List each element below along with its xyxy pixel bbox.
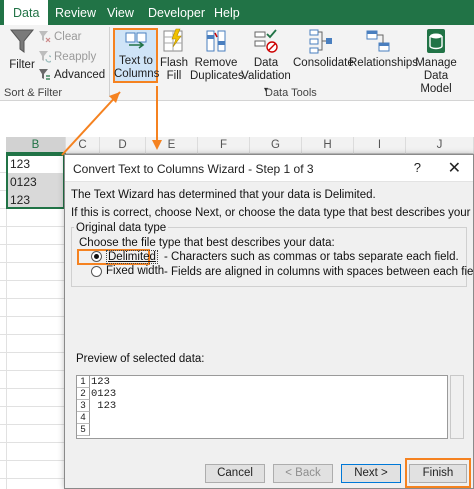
help-button[interactable]: ?: [414, 160, 421, 175]
preview-row-number: 4: [77, 412, 90, 424]
flash-fill-label-1: Flash: [159, 57, 189, 69]
advanced-label: Advanced: [54, 69, 106, 81]
column-header-g[interactable]: G: [250, 137, 302, 154]
text-to-columns-label-1: Text to: [119, 55, 153, 67]
column-header-h[interactable]: H: [302, 137, 354, 154]
preview-row-number: 2: [77, 388, 90, 400]
reapply-button[interactable]: Reapply: [38, 50, 96, 63]
group-separator: [109, 27, 110, 97]
excel-window: { "ribbon": { "tabs": ["Data", "Review",…: [0, 0, 474, 489]
original-data-type-label: Original data type: [74, 222, 169, 234]
column-header-f[interactable]: F: [198, 137, 250, 154]
flash-fill-button[interactable]: Flash Fill: [159, 27, 189, 83]
delimited-description: - Characters such as commas or tabs sepa…: [164, 251, 459, 263]
fixed-width-label[interactable]: Fixed width: [106, 265, 164, 277]
delimited-radio[interactable]: [91, 251, 102, 262]
ribbon: Filter Clear Reapply Advanced Sort & Fil…: [0, 25, 474, 101]
consolidate-label: Consolidate: [293, 57, 354, 69]
data-validation-button[interactable]: Data Validation ▾: [240, 27, 292, 96]
clear-filter-icon: [39, 31, 51, 43]
data-preview[interactable]: 1 123 2 0123 3 123 4 5: [76, 375, 448, 439]
consolidate-icon: [309, 29, 332, 54]
preview-row-number: 3: [77, 400, 90, 412]
column-header-b[interactable]: B: [6, 137, 66, 154]
wizard-detected-text: The Text Wizard has determined that your…: [71, 189, 376, 201]
relationships-label: Relationships: [349, 57, 419, 69]
delimited-label[interactable]: Delimited: [106, 250, 158, 264]
column-header-i[interactable]: I: [354, 137, 406, 154]
preview-row-number: 5: [77, 424, 90, 436]
tab-view[interactable]: View: [98, 0, 143, 25]
column-header-j[interactable]: J: [406, 137, 474, 154]
filter-button[interactable]: Filter: [6, 27, 38, 72]
manage-data-model-label-2: Data Model: [420, 70, 452, 95]
clear-button[interactable]: Clear: [38, 30, 81, 43]
manage-data-model-button[interactable]: Manage Data Model: [408, 27, 464, 96]
remove-duplicates-label-1: Remove: [194, 57, 238, 69]
consolidate-button[interactable]: Consolidate: [293, 27, 354, 70]
preview-row-text: 0123: [91, 388, 117, 400]
relationships-icon: [366, 30, 390, 52]
clear-label: Clear: [54, 31, 82, 43]
funnel-icon: [9, 29, 35, 53]
dialog-title: Convert Text to Columns Wizard - Step 1 …: [73, 162, 314, 176]
next-button[interactable]: Next >: [341, 464, 401, 483]
manage-data-model-icon: [427, 29, 445, 53]
fixed-width-radio[interactable]: [91, 266, 102, 277]
tab-review[interactable]: Review: [46, 0, 105, 25]
close-icon[interactable]: ✕: [448, 158, 461, 178]
wizard-instruction-text: If this is correct, choose Next, or choo…: [71, 207, 474, 219]
flash-fill-icon: [163, 28, 183, 52]
choose-file-type-label: Choose the file type that best describes…: [79, 237, 335, 249]
data-validation-label-1: Data: [253, 57, 279, 69]
relationships-button[interactable]: Relationships: [349, 27, 419, 70]
preview-vertical-scrollbar[interactable]: [450, 375, 464, 439]
text-to-columns-button[interactable]: Text to Columns: [114, 31, 160, 81]
back-button[interactable]: < Back: [273, 464, 333, 483]
preview-row-text: 123: [91, 400, 117, 412]
reapply-icon: [39, 51, 53, 63]
tab-data[interactable]: Data: [4, 0, 49, 25]
column-header-e[interactable]: E: [146, 137, 198, 154]
advanced-button[interactable]: Advanced: [38, 68, 105, 81]
remove-duplicates-label-2: Duplicates: [190, 70, 244, 82]
column-header-d[interactable]: D: [100, 137, 146, 154]
filter-label: Filter: [9, 59, 35, 71]
column-header-c[interactable]: C: [66, 137, 100, 154]
tab-help[interactable]: Help: [205, 0, 249, 25]
text-to-columns-wizard-dialog: Convert Text to Columns Wizard - Step 1 …: [64, 154, 474, 489]
finish-button[interactable]: Finish: [409, 464, 467, 483]
selection-border: [6, 154, 65, 209]
ribbon-tab-bar: Data Review View Developer Help: [0, 0, 474, 25]
preview-row-number: 1: [77, 376, 90, 388]
fixed-width-description: - Fields are aligned in columns with spa…: [164, 266, 474, 278]
preview-label: Preview of selected data:: [76, 353, 205, 365]
reapply-label: Reapply: [54, 51, 97, 63]
remove-duplicates-icon: [206, 30, 226, 52]
tab-developer[interactable]: Developer: [139, 0, 214, 25]
flash-fill-label-2: Fill: [166, 70, 182, 82]
dialog-title-bar: Convert Text to Columns Wizard - Step 1 …: [65, 155, 473, 182]
data-tools-group-label: Data Tools: [265, 87, 317, 99]
manage-data-model-label-1: Manage: [415, 57, 457, 69]
text-to-columns-icon: [125, 32, 147, 49]
cancel-button[interactable]: Cancel: [205, 464, 265, 483]
advanced-filter-icon: [39, 69, 50, 80]
data-validation-icon: [254, 29, 278, 53]
sort-filter-group-label: Sort & Filter: [4, 87, 63, 99]
text-to-columns-label-2: Columns: [114, 68, 160, 80]
preview-row-text: 123: [91, 376, 110, 388]
remove-duplicates-button[interactable]: Remove Duplicates: [190, 27, 244, 83]
